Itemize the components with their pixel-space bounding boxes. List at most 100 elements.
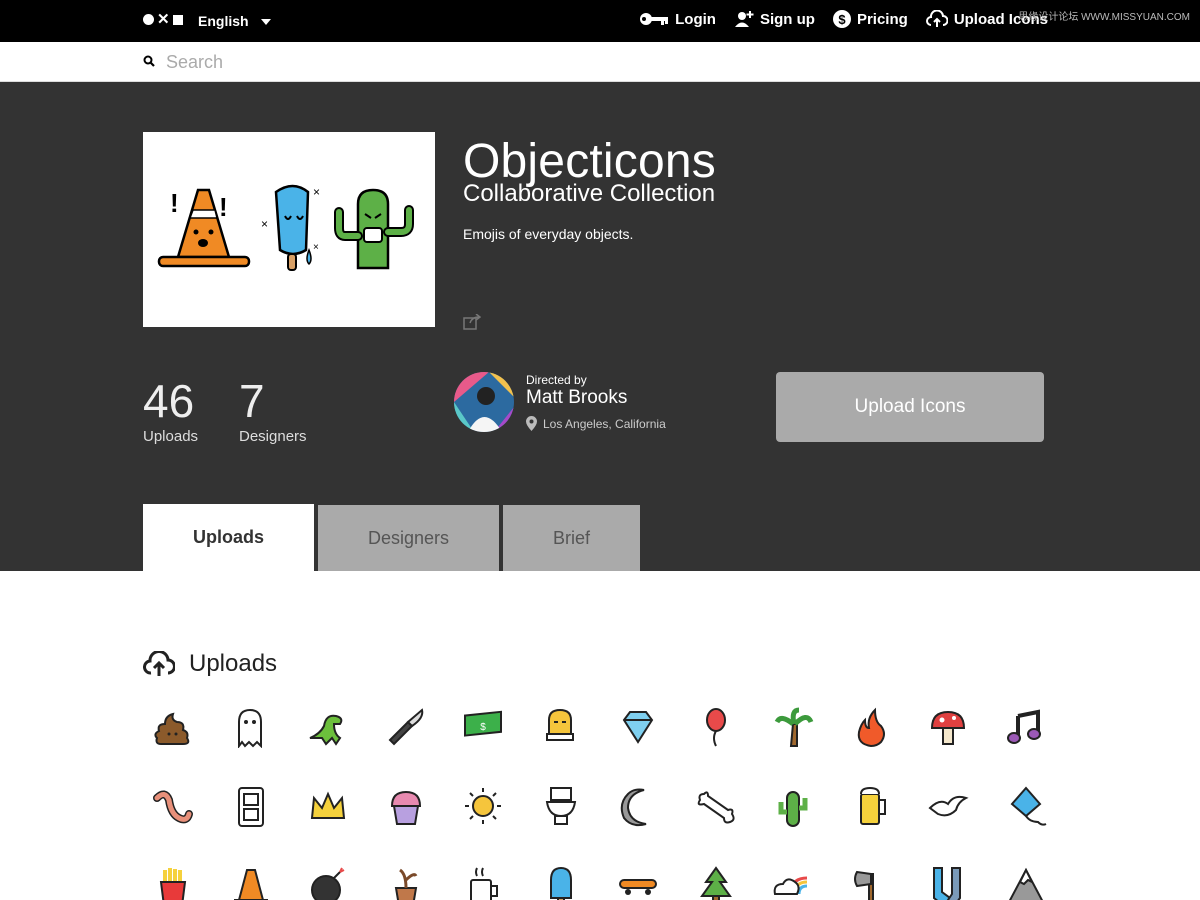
icon-tile[interactable] [841,780,901,832]
icon-tile[interactable] [608,780,668,832]
icon-tile[interactable] [841,700,901,752]
icon-tile[interactable] [531,780,591,832]
plant-icon [394,868,417,900]
toast-icon [545,708,574,741]
icon-tile[interactable] [996,700,1056,752]
icon-tile[interactable] [221,860,281,900]
icon-tile[interactable] [453,860,513,900]
icon-tile[interactable]: $ [453,700,513,752]
icon-tile[interactable] [686,780,746,832]
uploads-section-header: Uploads [143,650,277,678]
watermark: 思缘设计论坛 WWW.MISSYUAN.COM [1018,12,1190,23]
icon-tile[interactable] [298,860,358,900]
collection-cover-image: ! ! × × × [143,132,435,327]
icon-tile[interactable] [221,780,281,832]
pricing-link[interactable]: $ Pricing [832,10,908,28]
fire-icon [857,707,885,748]
icon-tile[interactable] [376,700,436,752]
icon-tile[interactable] [996,780,1056,832]
search-input[interactable] [166,48,766,76]
uploads-section-title: Uploads [189,650,278,677]
designers-stat-label: Designers [239,428,307,445]
icon-tile[interactable] [686,860,746,900]
svg-text:$: $ [838,12,846,27]
icon-tile[interactable] [763,700,823,752]
axe-icon [853,870,874,900]
icon-tile[interactable] [143,860,203,900]
cactus-icon [778,791,808,827]
search-bar [0,42,1200,82]
icon-tile[interactable] [608,860,668,900]
icon-tile[interactable] [221,700,281,752]
top-bar: ✕ English Login Sign up $ Pricing Upload… [0,0,1200,42]
icon-tile[interactable] [763,860,823,900]
chevron-down-icon [260,19,271,25]
icon-tile[interactable] [918,780,978,832]
logo-square [172,14,183,25]
icon-tile[interactable] [453,780,513,832]
icon-tile[interactable] [918,700,978,752]
login-link[interactable]: Login [639,11,716,28]
svg-text:×: × [313,185,320,199]
palm-tree-icon [774,707,814,747]
beer-icon [859,786,886,825]
svg-text:×: × [313,242,319,253]
svg-text:!: ! [219,192,228,222]
socks-icon [933,867,961,900]
director-name[interactable]: Matt Brooks [526,387,627,409]
tab-designers[interactable]: Designers [318,505,499,571]
cactus-icon [334,188,414,270]
icon-tile[interactable] [996,860,1056,900]
cupcake-icon [390,790,421,825]
share-icon[interactable] [463,314,481,330]
cone-icon [233,869,268,900]
icon-tile[interactable] [918,860,978,900]
bone-icon [697,791,735,824]
icon-tile[interactable] [376,780,436,832]
language-label: English [198,13,249,29]
mushroom-icon [930,710,966,745]
avatar[interactable] [454,372,514,432]
collection-description: Emojis of everyday objects. [463,226,634,242]
icon-tile[interactable] [686,700,746,752]
icon-tile[interactable] [531,860,591,900]
collection-header: ! ! × × × Objecticons Collaborative Coll… [0,82,1200,571]
location-label: Los Angeles, California [543,416,666,431]
rainbow-cloud-icon [773,876,808,895]
moon-icon [620,788,647,827]
designers-count: 7 [239,375,265,427]
uploads-stat-label: Uploads [143,428,199,445]
icon-tile[interactable] [763,780,823,832]
money-icon: $ [464,710,502,737]
skateboard-icon [619,879,657,895]
signup-link[interactable]: Sign up [734,10,815,28]
music-note-icon [1006,709,1041,744]
icon-tile[interactable] [298,700,358,752]
key-icon [640,13,669,25]
icon-tile[interactable] [143,700,203,752]
icon-tile[interactable] [143,780,203,832]
uploads-count: 46 [143,375,195,427]
top-nav: Login Sign up $ Pricing Upload Icons [639,10,1048,28]
icon-tile[interactable] [841,860,901,900]
icon-tile[interactable] [298,780,358,832]
crown-icon [310,791,346,819]
language-selector[interactable]: English [198,13,271,29]
cloud-upload-icon [925,10,948,27]
logo-cross: ✕ [157,11,170,28]
add-user-icon [734,11,754,27]
directed-by-label: Directed by [526,373,587,387]
icon-tile[interactable] [608,700,668,752]
icon-grid: $ [143,700,1063,900]
tab-brief[interactable]: Brief [503,505,640,571]
cloud-upload-icon [143,651,175,676]
logo[interactable]: ✕ [143,11,183,28]
tab-uploads[interactable]: Uploads [143,504,314,571]
pine-tree-icon [699,866,732,900]
upload-icons-button[interactable]: Upload Icons [776,372,1044,442]
dinosaur-icon [309,714,343,746]
ghost-icon [237,708,262,748]
icon-tile[interactable] [376,860,436,900]
icon-tile[interactable] [531,700,591,752]
svg-text:!: ! [170,188,179,218]
